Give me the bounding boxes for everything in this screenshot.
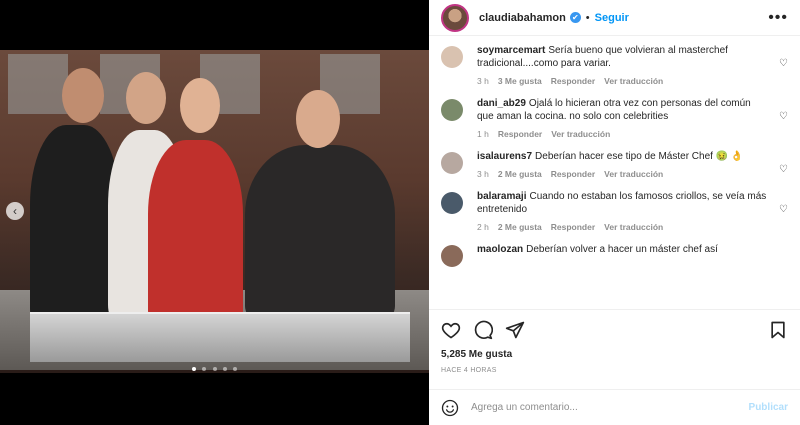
more-icon[interactable]: ••• [768,9,788,27]
comment-avatar[interactable] [441,245,463,267]
follow-button[interactable]: Seguir [595,12,629,24]
comment-meta: 3 h 3 Me gusta Responder Ver traducción [477,76,768,86]
comment-avatar[interactable] [441,46,463,68]
comment-meta: 3 h 2 Me gusta Responder Ver traducción [477,169,768,179]
reply-button[interactable]: Responder [551,169,595,179]
comment-item: isalaurens7 Deberían hacer ese tipo de Má… [441,150,788,179]
carousel-dot [222,367,227,371]
like-heart-icon[interactable] [441,320,461,340]
comments-list[interactable]: soymarcemart Sería bueno que volvieran al… [429,36,800,309]
comment-time: 3 h [477,169,489,179]
translate-button[interactable]: Ver traducción [604,222,663,232]
comment-item: balaramaji Cuando no estaban los famosos … [441,190,788,232]
add-comment-bar: Publicar [429,389,800,425]
comment-like-icon[interactable]: ♡ [779,111,788,122]
reply-button[interactable]: Responder [498,129,542,139]
carousel-dot [202,367,207,371]
comment-icon[interactable] [473,320,493,340]
comment-username[interactable]: dani_ab29 [477,98,526,109]
separator-dot: • [585,11,590,24]
reply-button[interactable]: Responder [551,222,595,232]
comment-avatar[interactable] [441,99,463,121]
translate-button[interactable]: Ver traducción [551,129,610,139]
action-bar [429,309,800,349]
comment-item: soymarcemart Sería bueno que volvieran al… [441,44,788,86]
verified-icon: ✔ [569,12,581,23]
post-panel: claudiabahamon ✔ • Seguir ••• soymarcema… [429,0,800,425]
reply-button[interactable]: Responder [551,76,595,86]
comment-text: Deberían volver a hacer un máster chef a… [526,244,718,255]
post-timestamp: HACE 4 HORAS [441,367,497,374]
comment-item: dani_ab29 Ojalá lo hicieran otra vez con … [441,97,788,139]
comment-username[interactable]: soymarcemart [477,45,545,56]
comment-time: 2 h [477,222,489,232]
comment-username[interactable]: balaramaji [477,191,526,202]
translate-button[interactable]: Ver traducción [604,76,663,86]
comment-username[interactable]: maolozan [477,244,523,255]
carousel-dots [0,358,429,376]
comment-likes[interactable]: 2 Me gusta [498,169,542,179]
post-username[interactable]: claudiabahamon [479,12,566,24]
comment-time: 1 h [477,129,489,139]
carousel-dot [212,367,217,371]
post-photo [0,50,429,373]
comment-meta: 1 h Responder Ver traducción [477,129,768,139]
comment-text: Deberían hacer ese tipo de Máster Chef 🤢… [535,151,744,162]
avatar[interactable] [441,3,469,32]
comment-likes[interactable]: 2 Me gusta [498,222,542,232]
carousel-dot [233,367,238,371]
post-header: claudiabahamon ✔ • Seguir ••• [429,0,800,36]
comment-meta: 2 h 2 Me gusta Responder Ver traducción [477,222,768,232]
share-icon[interactable] [505,320,525,340]
comment-like-icon[interactable]: ♡ [779,58,788,69]
comment-username[interactable]: isalaurens7 [477,151,532,162]
previous-image-button[interactable]: ‹ [6,202,24,220]
bookmark-icon[interactable] [768,320,788,340]
comment-item: maolozan Deberían volver a hacer un máste… [441,243,788,267]
comment-input[interactable] [471,402,749,413]
comment-time: 3 h [477,76,489,86]
comment-likes[interactable]: 3 Me gusta [498,76,542,86]
post-comment-button[interactable]: Publicar [749,402,788,413]
post-media[interactable]: ‹ [0,0,429,425]
comment-avatar[interactable] [441,152,463,174]
carousel-dot [191,367,196,371]
emoji-icon[interactable] [441,399,459,417]
comment-avatar[interactable] [441,192,463,214]
likes-count[interactable]: 5,285 Me gusta [429,349,800,367]
translate-button[interactable]: Ver traducción [604,169,663,179]
comment-like-icon[interactable]: ♡ [779,204,788,215]
comment-like-icon[interactable]: ♡ [779,164,788,175]
